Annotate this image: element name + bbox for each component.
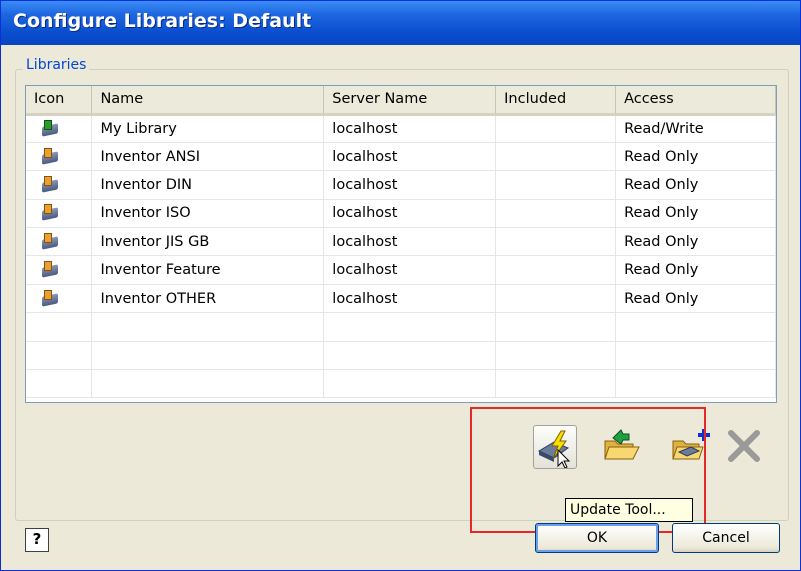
library-readonly-icon <box>40 204 60 222</box>
table-row[interactable]: Inventor OTHER localhost Read Only <box>26 284 776 314</box>
row-access: Read Only <box>615 255 776 285</box>
row-server: localhost <box>323 142 497 172</box>
table-row[interactable]: Inventor DIN localhost Read Only <box>26 170 776 200</box>
row-server: localhost <box>323 199 497 229</box>
table-row[interactable]: Inventor JIS GB localhost Read Only <box>26 227 776 257</box>
update-tool-tooltip: Update Tool... <box>565 498 693 522</box>
column-header-server-name[interactable]: Server Name <box>323 86 497 116</box>
row-name: Inventor OTHER <box>91 284 325 314</box>
row-server: localhost <box>323 114 497 143</box>
library-readonly-icon <box>40 261 60 279</box>
column-header-icon[interactable]: Icon <box>26 86 93 116</box>
library-readonly-icon <box>40 147 60 166</box>
row-included[interactable] <box>495 284 617 314</box>
delete-library-button[interactable] <box>723 425 763 465</box>
row-name: Inventor JIS GB <box>91 227 325 257</box>
libraries-group-label: Libraries <box>23 57 90 73</box>
row-server: localhost <box>323 170 497 200</box>
row-name: Inventor ANSI <box>91 142 325 172</box>
row-included[interactable] <box>495 170 617 200</box>
row-name: Inventor ISO <box>91 199 325 229</box>
library-readwrite-icon <box>40 119 60 138</box>
column-header-included[interactable]: Included <box>495 86 617 116</box>
dialog-window: Configure Libraries: Default Libraries I… <box>0 0 801 571</box>
cancel-button[interactable]: Cancel <box>672 523 780 553</box>
row-name: My Library <box>91 114 325 143</box>
title-bar[interactable]: Configure Libraries: Default <box>1 1 800 45</box>
table-row-empty <box>26 341 776 371</box>
table-row[interactable]: My Library localhost Read/Write <box>26 114 776 143</box>
libraries-list[interactable]: Icon Name Server Name Included Access My… <box>25 85 777 403</box>
libraries-table: Icon Name Server Name Included Access My… <box>26 86 776 399</box>
library-readonly-icon <box>40 175 60 194</box>
row-included[interactable] <box>495 227 617 257</box>
row-server: localhost <box>323 227 497 257</box>
column-header-access[interactable]: Access <box>615 86 776 116</box>
library-readonly-icon <box>40 289 60 308</box>
table-row[interactable]: Inventor ISO localhost Read Only <box>26 199 776 229</box>
row-name: Inventor DIN <box>91 170 325 200</box>
window-title: Configure Libraries: Default <box>13 10 312 32</box>
help-button[interactable]: ? <box>25 528 49 552</box>
table-row[interactable]: Inventor Feature localhost Read Only <box>26 255 776 285</box>
row-included[interactable] <box>495 142 617 172</box>
row-name: Inventor Feature <box>91 255 325 285</box>
table-row-empty <box>26 312 776 342</box>
row-access: Read Only <box>615 170 776 200</box>
row-included[interactable] <box>495 199 617 229</box>
library-readonly-icon <box>40 232 60 251</box>
row-access: Read Only <box>615 199 776 229</box>
table-row[interactable]: Inventor ANSI localhost Read Only <box>26 142 776 172</box>
table-header-row: Icon Name Server Name Included Access <box>26 86 776 116</box>
row-server: localhost <box>323 255 497 285</box>
column-header-name[interactable]: Name <box>91 86 325 116</box>
row-access: Read Only <box>615 284 776 314</box>
ok-button[interactable]: OK <box>535 523 659 553</box>
row-access: Read Only <box>615 227 776 257</box>
row-access: Read Only <box>615 142 776 172</box>
row-included[interactable] <box>495 114 617 143</box>
delete-x-icon <box>728 430 760 462</box>
table-row-empty <box>26 369 776 399</box>
row-included[interactable] <box>495 255 617 285</box>
row-server: localhost <box>323 284 497 314</box>
row-access: Read/Write <box>615 114 776 143</box>
